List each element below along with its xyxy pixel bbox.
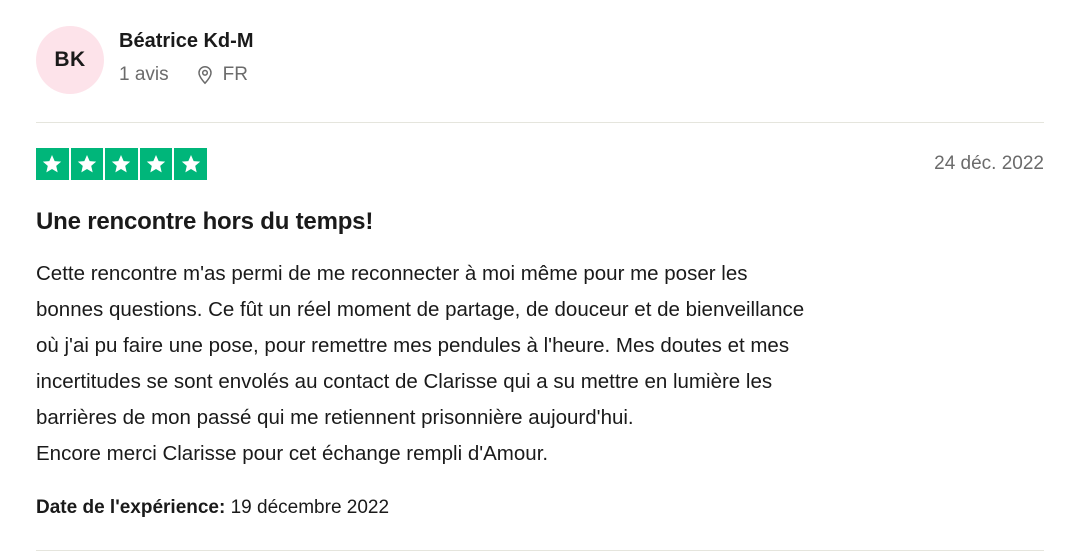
review-body-line: où j'ai pu faire une pose, pour remettre… bbox=[36, 334, 790, 357]
experience-date-value: 19 décembre 2022 bbox=[230, 497, 390, 518]
consumer-name[interactable]: Béatrice Kd-M bbox=[119, 30, 253, 53]
location-pin-icon bbox=[195, 65, 215, 85]
divider bbox=[36, 122, 1044, 123]
star-icon bbox=[36, 148, 69, 180]
consumer-info[interactable]: BK Béatrice Kd-M 1 avis FR bbox=[36, 26, 636, 98]
review-body: Cette rencontre m'as permi de me reconne… bbox=[36, 256, 1044, 472]
divider bbox=[36, 550, 1044, 551]
review-body-line: Encore merci Clarisse pour cet échange r… bbox=[36, 442, 549, 465]
star-icon bbox=[174, 148, 207, 180]
experience-date-label: Date de l'expérience: bbox=[36, 497, 226, 518]
consumer-location: FR bbox=[195, 64, 248, 86]
review-title[interactable]: Une rencontre hors du temps! bbox=[36, 208, 373, 236]
review-date: 24 déc. 2022 bbox=[934, 153, 1044, 174]
experience-date: Date de l'expérience: 19 décembre 2022 bbox=[36, 497, 389, 519]
consumer-country: FR bbox=[222, 64, 248, 85]
review-body-line: incertitudes se sont envolés au contact … bbox=[36, 370, 773, 393]
review-body-line: Cette rencontre m'as permi de me reconne… bbox=[36, 262, 748, 285]
review-body-line: bonnes questions. Ce fût un réel moment … bbox=[36, 298, 805, 321]
reviews-count: 1 avis bbox=[119, 64, 169, 85]
consumer-meta: 1 avis FR bbox=[119, 64, 248, 86]
star-icon bbox=[105, 148, 138, 180]
avatar[interactable]: BK bbox=[36, 26, 104, 94]
star-icon bbox=[139, 148, 173, 180]
star-icon bbox=[70, 148, 104, 180]
star-rating bbox=[36, 148, 207, 180]
review-card: BK Béatrice Kd-M 1 avis FR 24 déc. 2022 … bbox=[36, 0, 1044, 560]
review-body-line: barrières de mon passé qui me retiennent… bbox=[36, 406, 634, 429]
